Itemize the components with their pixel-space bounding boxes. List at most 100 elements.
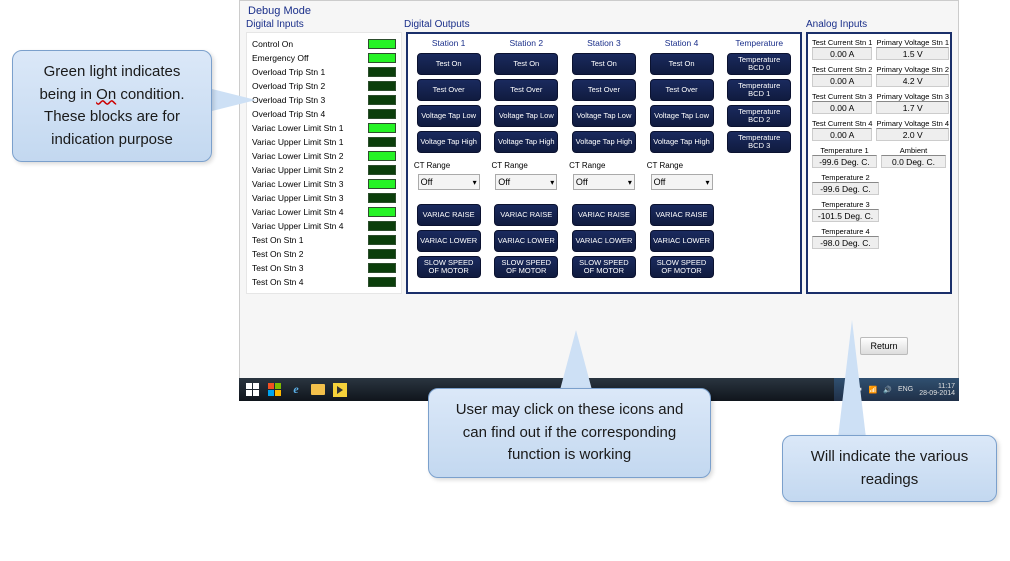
tray-language[interactable]: ENG [898,386,913,393]
di-row: Emergency Off [252,51,396,65]
ai-value: 0.00 A [812,47,872,60]
taskbar-ie-icon[interactable]: e [285,379,307,401]
ai-value: 0.00 A [812,128,872,141]
di-row: Overload Trip Stn 3 [252,93,396,107]
ai-label: Primary Voltage Stn 3 [876,92,949,101]
tray-volume-icon[interactable]: 🔊 [883,386,892,394]
do-button[interactable]: Voltage Tap Low [494,105,558,127]
do-button[interactable]: Temperature BCD 3 [727,131,791,153]
ai-box: Test Current Stn 10.00 A [812,38,872,60]
ai-pair-row: Test Current Stn 10.00 APrimary Voltage … [812,38,946,60]
page-title: Debug Mode [240,1,958,19]
do-button[interactable]: Voltage Tap High [650,131,714,153]
do-button[interactable]: VARIAC LOWER [572,230,636,252]
section-headers: Digital Inputs Digital Outputs Analog In… [240,19,958,32]
do-button[interactable]: Test Over [494,79,558,101]
do-button[interactable]: Temperature BCD 2 [727,105,791,127]
labview-icon [333,383,347,397]
ct-range-select[interactable]: Off▾ [651,174,713,190]
do-button[interactable]: Voltage Tap High [417,131,481,153]
ai-box: Primary Voltage Stn 31.7 V [876,92,949,114]
ai-box: Primary Voltage Stn 42.0 V [876,119,949,141]
do-button[interactable]: Temperature BCD 0 [727,53,791,75]
taskbar-labview-icon[interactable] [329,379,351,401]
do-button[interactable]: SLOW SPEED OF MOTOR [572,256,636,278]
tray-clock[interactable]: 11:17 28-09-2014 [919,383,955,397]
do-button[interactable]: VARIAC RAISE [650,204,714,226]
di-led [368,193,396,203]
ai-box: Ambient0.0 Deg. C. [881,146,946,168]
do-station-column: Station 3 Test On Test Over Voltage Tap Low… [567,38,641,284]
store-icon [268,383,281,396]
ct-range-select[interactable]: Off▾ [573,174,635,190]
taskbar-explorer-icon[interactable] [307,379,329,401]
di-label: Control On [252,39,368,49]
ai-value: -98.0 Deg. C. [812,236,879,249]
do-button[interactable]: Voltage Tap Low [650,105,714,127]
di-label: Variac Upper Limit Stn 1 [252,137,368,147]
do-button[interactable]: Temperature BCD 1 [727,79,791,101]
do-button[interactable]: Voltage Tap Low [572,105,636,127]
do-button[interactable]: VARIAC RAISE [417,204,481,226]
di-row: Variac Upper Limit Stn 4 [252,219,396,233]
do-button[interactable]: Voltage Tap Low [417,105,481,127]
do-button[interactable]: VARIAC LOWER [650,230,714,252]
ai-box: Temperature 4-98.0 Deg. C. [812,227,879,249]
do-button[interactable]: SLOW SPEED OF MOTOR [494,256,558,278]
folder-icon [311,384,325,395]
callout-left-pointer [208,88,256,112]
ai-box: Primary Voltage Stn 11.5 V [876,38,949,60]
header-analog-inputs: Analog Inputs [806,19,952,30]
di-led [368,221,396,231]
do-column-header: Station 4 [665,38,699,48]
di-row: Variac Lower Limit Stn 3 [252,177,396,191]
di-led [368,53,396,63]
do-button[interactable]: Test Over [417,79,481,101]
do-column-header: Station 1 [432,38,466,48]
di-row: Overload Trip Stn 4 [252,107,396,121]
do-button[interactable]: Voltage Tap High [494,131,558,153]
start-button[interactable] [241,379,263,401]
di-label: Variac Lower Limit Stn 3 [252,179,368,189]
di-row: Variac Upper Limit Stn 2 [252,163,396,177]
do-button[interactable]: SLOW SPEED OF MOTOR [417,256,481,278]
ai-value: 1.5 V [876,47,949,60]
chevron-down-icon: ▾ [550,178,554,187]
do-button[interactable]: Test Over [650,79,714,101]
ai-label: Temperature 1 [812,146,877,155]
di-led [368,109,396,119]
do-column-header: Station 3 [587,38,621,48]
tray-network-icon[interactable]: 📶 [869,386,878,394]
ai-value: -99.6 Deg. C. [812,182,879,195]
taskbar-store-icon[interactable] [263,379,285,401]
ai-label: Test Current Stn 4 [812,119,872,128]
ai-value: 4.2 V [876,74,949,87]
do-button[interactable]: VARIAC RAISE [572,204,636,226]
ai-pair-row: Test Current Stn 40.00 A Primary Voltage … [812,119,946,141]
di-label: Overload Trip Stn 2 [252,81,368,91]
ct-range-select[interactable]: Off▾ [418,174,480,190]
do-button[interactable]: SLOW SPEED OF MOTOR [650,256,714,278]
do-button[interactable]: Test On [572,53,636,75]
do-button[interactable]: VARIAC LOWER [417,230,481,252]
do-button[interactable]: VARIAC LOWER [494,230,558,252]
analog-inputs-panel: Test Current Stn 10.00 APrimary Voltage … [806,32,952,294]
di-led [368,151,396,161]
ai-label: Temperature 2 [812,173,879,182]
do-button[interactable]: Test On [650,53,714,75]
windows-logo-icon [246,383,259,396]
do-button[interactable]: VARIAC RAISE [494,204,558,226]
di-led [368,249,396,259]
di-led [368,179,396,189]
ct-range-select[interactable]: Off▾ [495,174,557,190]
ai-single-row: Temperature 3-101.5 Deg. C. [812,200,946,222]
di-led [368,207,396,217]
do-button[interactable]: Voltage Tap High [572,131,636,153]
do-button[interactable]: Test On [494,53,558,75]
do-button[interactable]: Test Over [572,79,636,101]
ai-box: Test Current Stn 20.00 A [812,65,872,87]
di-row: Control On [252,37,396,51]
do-button[interactable]: Test On [417,53,481,75]
ai-value: 0.00 A [812,74,872,87]
return-button[interactable]: Return [860,337,908,355]
